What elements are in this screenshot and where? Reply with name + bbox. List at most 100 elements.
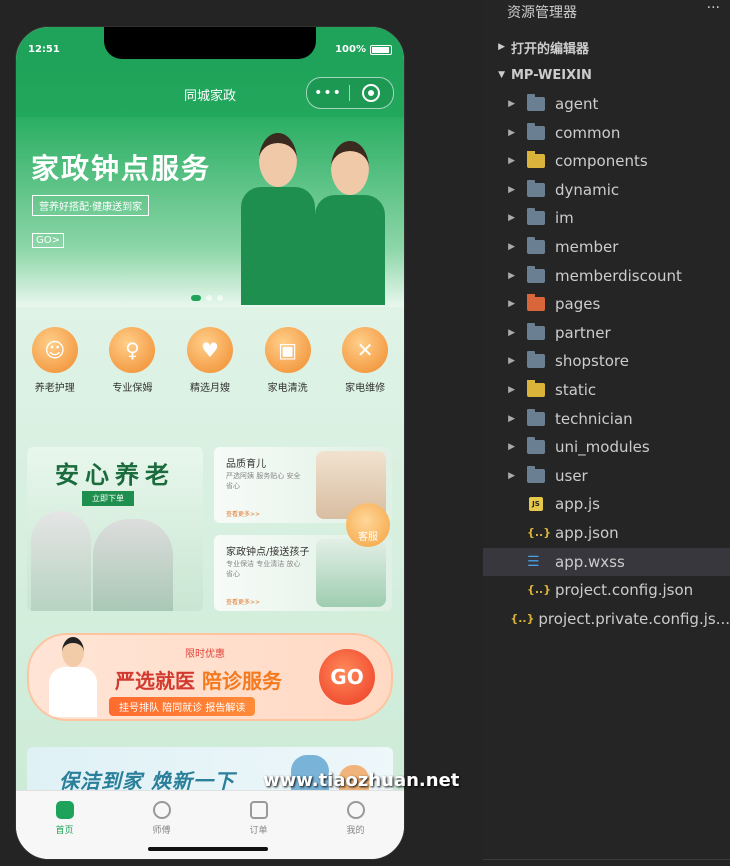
explorer-header: 资源管理器 xyxy=(507,5,577,21)
tree-item[interactable]: ▶ uni_modules xyxy=(483,433,730,461)
tree-item[interactable]: ▶ dynamic xyxy=(483,176,730,204)
folder-icon xyxy=(527,265,545,283)
mini-program-capsule: ••• xyxy=(306,77,394,109)
json-file-icon: {..} xyxy=(510,611,535,625)
home-content: ☺ 养老护理 ♀ 专业保姆 ♥ 精选月嫂 ▣ 家电清洗 ✕ 家电维修 安心养老 … xyxy=(16,307,404,817)
file-explorer: 资源管理器 ··· ▶ 打开的编辑器 ▼ MP-WEIXIN ▶ agent ▶ co… xyxy=(483,0,730,866)
tree-item-label: app.json xyxy=(555,524,619,542)
tree-item[interactable]: ▶ member xyxy=(483,233,730,261)
nanny-icon: ♀ xyxy=(109,327,156,373)
tab-home[interactable]: 首页 xyxy=(16,791,113,859)
tree-item[interactable]: ▶ agent xyxy=(483,90,730,118)
tree-item[interactable]: {..} app.json xyxy=(483,519,730,547)
repair-icon: ✕ xyxy=(342,327,389,373)
tree-item-label: shopstore xyxy=(555,352,629,371)
card-title: 安心养老 xyxy=(55,461,175,489)
tree-item[interactable]: ▶ shopstore xyxy=(483,347,730,375)
folder-icon xyxy=(527,94,545,111)
project-root-section[interactable]: ▼ MP-WEIXIN xyxy=(483,62,730,88)
folder-icon xyxy=(527,322,545,340)
folder-icon xyxy=(527,408,545,426)
tree-item[interactable]: {..} project.config.json xyxy=(483,576,730,604)
tree-item-label: app.js xyxy=(555,495,600,514)
category-item-repair[interactable]: ✕ 家电维修 xyxy=(330,327,400,394)
appliance-wash-icon: ▣ xyxy=(264,327,311,373)
css-file-icon: ☰ xyxy=(527,553,540,570)
tree-item-label: project.config.json xyxy=(555,581,694,600)
tree-item-label: im xyxy=(555,209,574,228)
watermark-text: www.tiaozhuan.net xyxy=(263,770,460,791)
banner-subtitle: 营养好搭配·健康送到家 xyxy=(32,195,150,216)
chevron-right-icon: ▶ xyxy=(508,356,515,367)
order-now-button[interactable]: 立即下单 xyxy=(82,491,134,506)
customer-service-button[interactable]: 客服 xyxy=(346,503,390,547)
banner-pagination xyxy=(191,295,223,301)
card-more-link[interactable]: 查看更多>> xyxy=(226,597,260,606)
tree-item-label: partner xyxy=(555,323,611,342)
phone-notch xyxy=(104,27,316,59)
tree-item[interactable]: JS app.js xyxy=(483,490,730,518)
chevron-right-icon: ▶ xyxy=(508,442,515,453)
home-icon xyxy=(55,801,74,819)
battery-indicator: 100% xyxy=(335,44,392,55)
json-file-icon: {..} xyxy=(527,583,552,597)
panel-divider xyxy=(483,859,730,866)
chevron-right-icon: ▶ xyxy=(508,327,515,338)
nav-bar: 同城家政 ••• xyxy=(16,67,404,117)
escort-promo-banner[interactable]: 限时优惠 严选就医 陪诊服务 挂号排队 陪同就诊 报告解读 GO xyxy=(27,633,393,721)
housekeeper-image xyxy=(316,539,386,607)
chevron-right-icon: ▶ xyxy=(508,127,515,138)
elder-man-image xyxy=(93,519,173,611)
category-label: 精选月嫂 xyxy=(189,383,230,394)
tree-item[interactable]: ▶ user xyxy=(483,462,730,490)
elder-woman-image xyxy=(31,511,91,611)
chevron-right-icon: ▶ xyxy=(508,99,515,109)
folder-icon xyxy=(527,208,545,226)
card-more-link[interactable]: 查看更多>> xyxy=(226,509,260,518)
tree-item[interactable]: {..} project.private.config.js... xyxy=(483,605,730,633)
chevron-right-icon: ▶ xyxy=(508,270,515,281)
category-item-nanny[interactable]: ♀ 专业保姆 xyxy=(97,327,167,394)
tree-item-label: member xyxy=(555,238,619,256)
tree-item[interactable]: ▶ memberdiscount xyxy=(483,262,730,290)
tree-item[interactable]: ▶ static xyxy=(483,376,730,404)
tab-mine[interactable]: 我的 xyxy=(307,791,404,859)
battery-icon xyxy=(370,44,392,55)
tree-item[interactable]: ▶ common xyxy=(483,119,730,147)
promo-go-button[interactable]: GO xyxy=(319,649,375,705)
tree-item-label: app.wxss xyxy=(555,552,625,571)
category-label: 养老护理 xyxy=(34,383,75,394)
tree-item-label: project.private.config.js... xyxy=(538,609,730,628)
close-mini-program-button[interactable] xyxy=(350,84,392,102)
js-file-icon: JS xyxy=(529,497,543,512)
folder-icon xyxy=(527,179,545,197)
home-indicator xyxy=(148,847,268,851)
tree-item-label: memberdiscount xyxy=(555,266,682,285)
open-editors-section[interactable]: ▶ 打开的编辑器 xyxy=(483,34,730,60)
more-menu-button[interactable]: ••• xyxy=(307,85,349,101)
folder-icon xyxy=(527,294,545,312)
json-file-icon: {..} xyxy=(527,526,552,539)
maternity-nurse-icon: ♥ xyxy=(186,327,233,373)
category-item-appliance-wash[interactable]: ▣ 家电清洗 xyxy=(253,327,323,394)
category-item-elder-care[interactable]: ☺ 养老护理 xyxy=(20,327,90,394)
hero-banner[interactable]: 家政钟点服务 营养好搭配·健康送到家 GO> xyxy=(16,117,404,305)
promo-title: 严选就医 陪诊服务 xyxy=(115,669,282,693)
elder-care-card[interactable]: 安心养老 立即下单 xyxy=(27,447,203,611)
chevron-right-icon: ▶ xyxy=(508,242,515,252)
tree-item[interactable]: ▶ pages xyxy=(483,290,730,318)
tree-item[interactable]: ▶ components xyxy=(483,147,730,175)
tree-item-label: pages xyxy=(555,295,601,314)
tree-item-label: components xyxy=(555,152,648,171)
category-item-maternity[interactable]: ♥ 精选月嫂 xyxy=(175,327,245,394)
tree-item[interactable]: ▶ technician xyxy=(483,405,730,433)
folder-icon xyxy=(527,465,545,483)
chevron-right-icon: ▶ xyxy=(498,42,505,52)
category-label: 家电清洗 xyxy=(267,383,308,394)
more-actions-icon[interactable]: ··· xyxy=(707,0,720,16)
tree-item[interactable]: ▶ partner xyxy=(483,319,730,347)
folder-icon xyxy=(527,237,545,254)
banner-go-button[interactable]: GO> xyxy=(32,233,64,248)
tree-item[interactable]: ☰ app.wxss xyxy=(483,547,730,576)
tree-item[interactable]: ▶ im xyxy=(483,204,730,232)
